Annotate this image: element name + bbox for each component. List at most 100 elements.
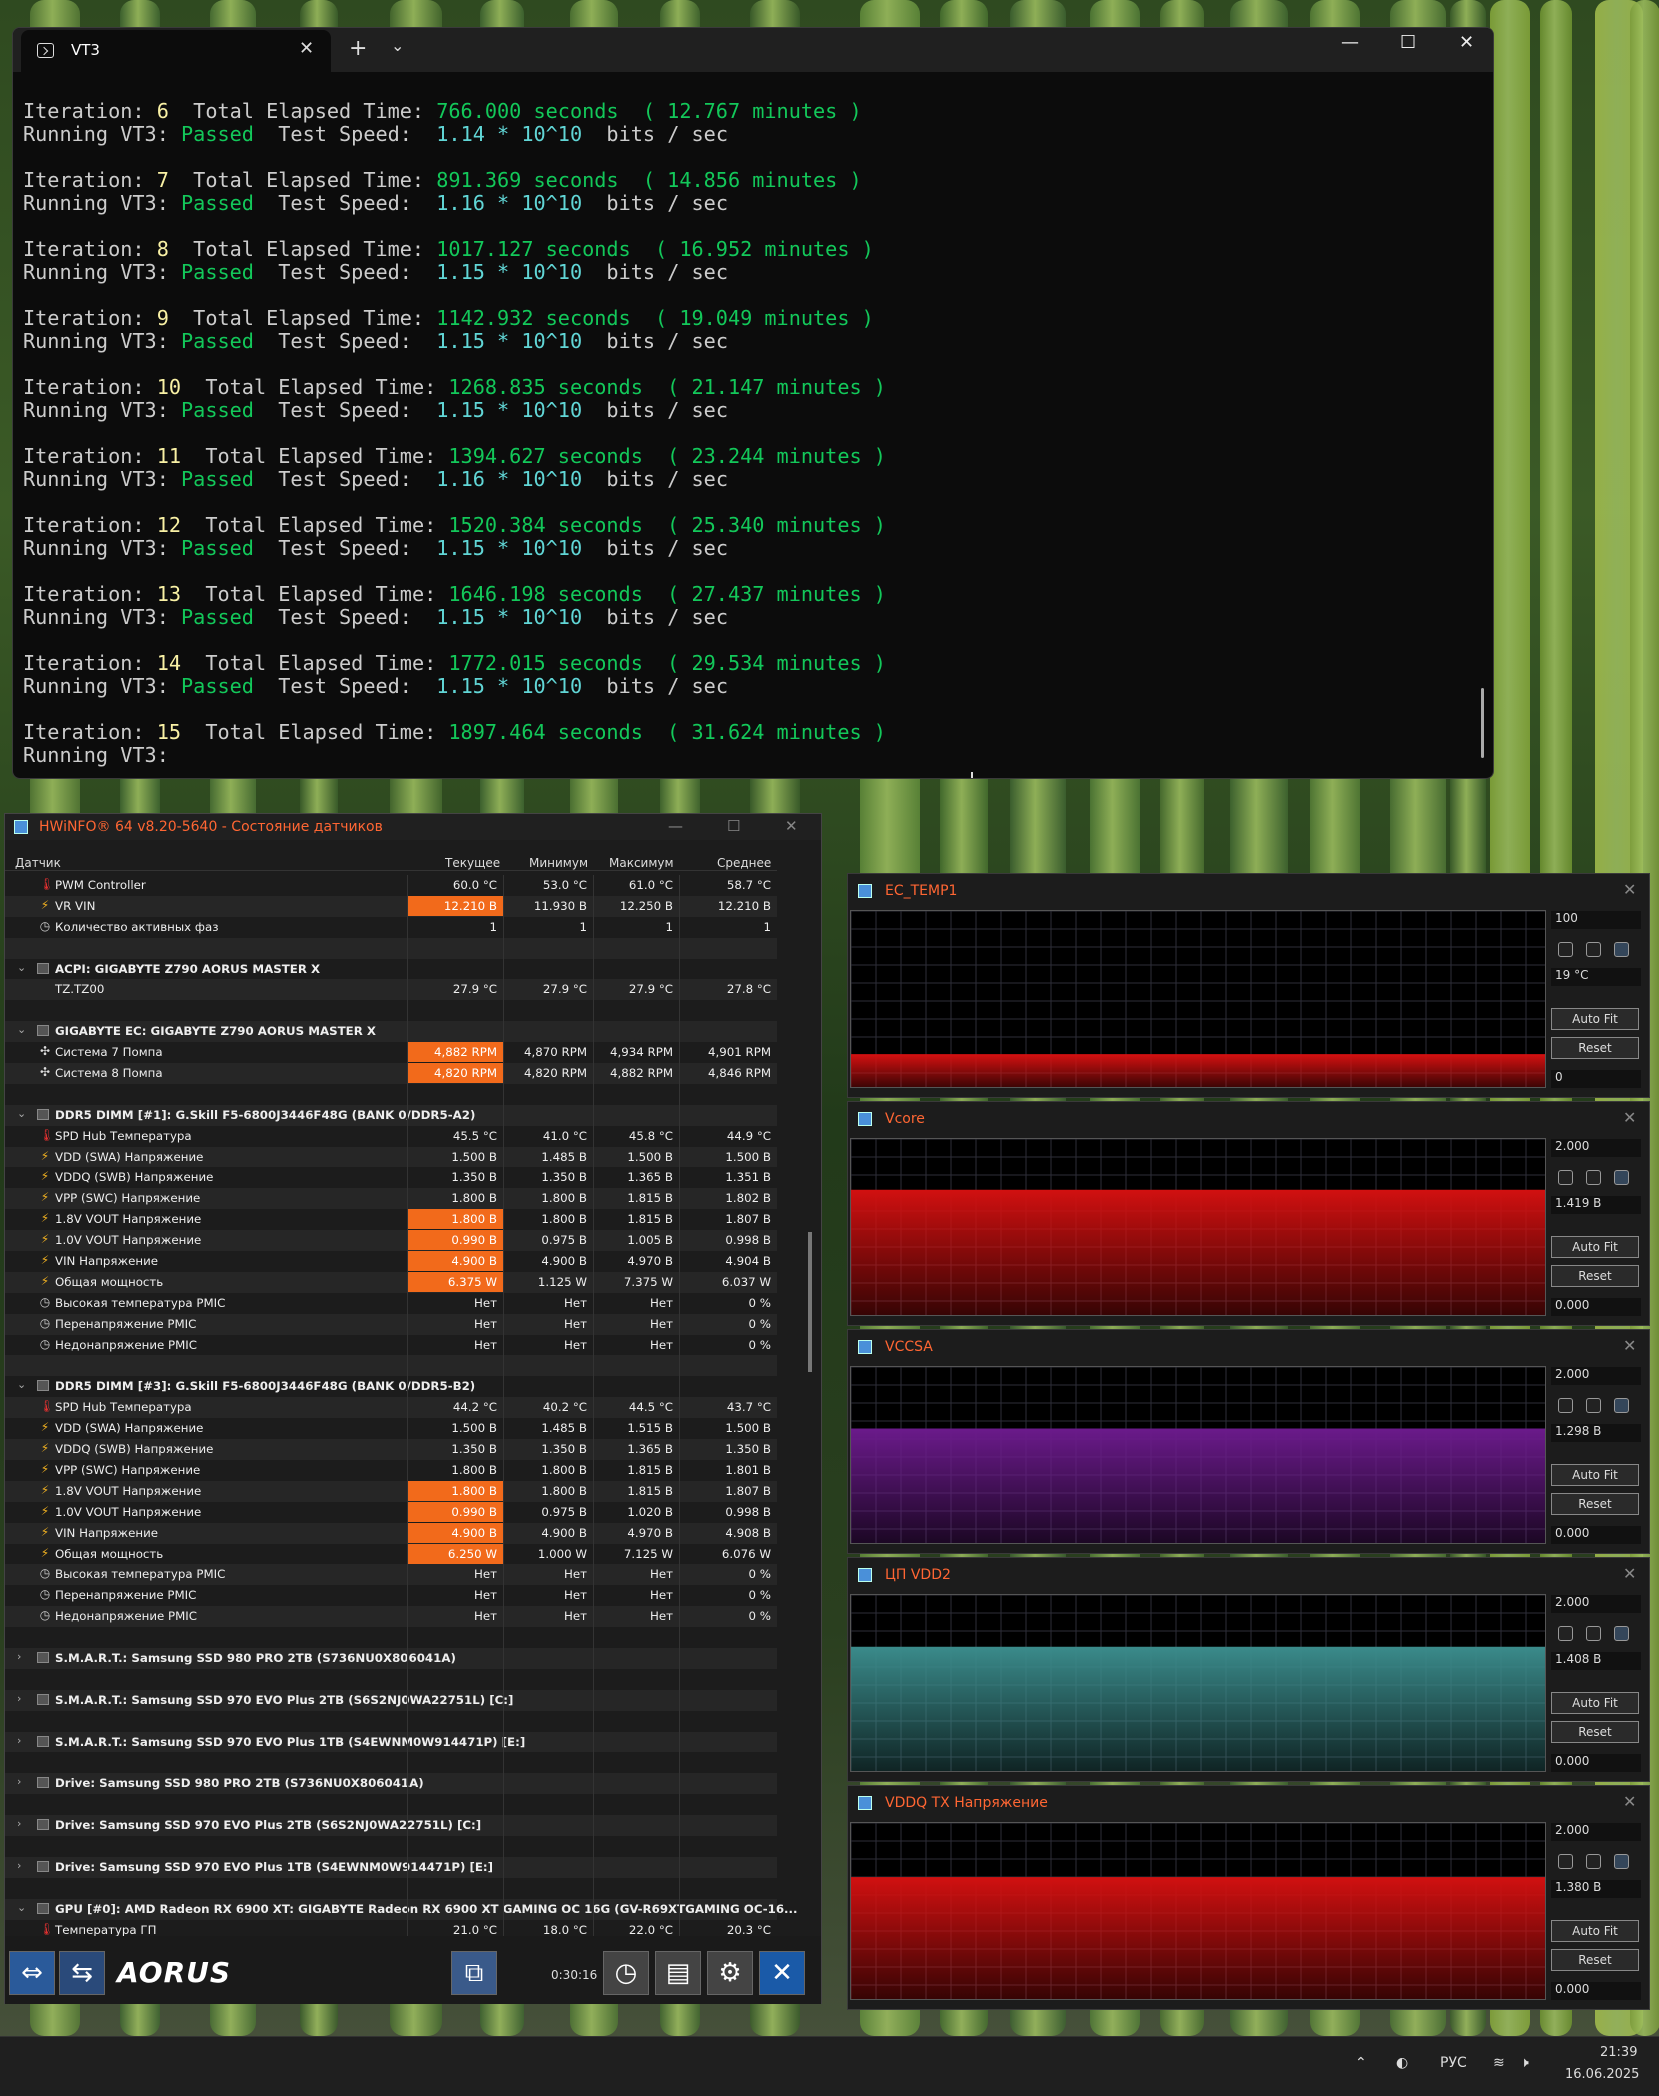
graph-titlebar[interactable]: VDDQ TX Напряжение ✕: [848, 1786, 1649, 1821]
graph-max-value[interactable]: 2.000: [1551, 1595, 1641, 1613]
hwinfo-scrollbar[interactable]: [808, 1232, 812, 1372]
sensor-group[interactable]: ⌄ GPU [#0]: AMD Radeon RX 6900 XT: GIGABY…: [5, 1898, 798, 1920]
graph-checkbox[interactable]: [1558, 1170, 1573, 1185]
close-icon[interactable]: ✕: [1623, 1108, 1636, 1127]
sensor-group[interactable]: › Drive: Samsung SSD 980 PRO 2TB (S736NU0…: [5, 1773, 777, 1795]
sensor-row[interactable]: ◷ Высокая температура PMIC Нет Нет Нет 0 %: [5, 1292, 777, 1314]
graph-titlebar[interactable]: ЦП VDD2 ✕: [848, 1558, 1649, 1593]
sensor-row[interactable]: ✣ Система 7 Помпа 4,882 RPM 4,870 RPM 4,934 …: [5, 1042, 777, 1064]
sensor-row[interactable]: 🌡 SPD Hub Температура 44.2 °C 40.2 °C 44.5 °…: [5, 1397, 777, 1419]
graph-titlebar[interactable]: Vcore ✕: [848, 1102, 1649, 1137]
chevron-right-icon[interactable]: ›: [17, 1775, 21, 1788]
col-avg[interactable]: Среднее: [717, 856, 771, 870]
minimize-button[interactable]: —: [1341, 32, 1359, 53]
chevron-right-icon[interactable]: ›: [17, 1650, 21, 1663]
sensor-row[interactable]: ⚡ VDD (SWA) Напряжение 1.500 В 1.485 В 1.515…: [5, 1418, 777, 1440]
graph-max-value[interactable]: 100: [1551, 911, 1641, 929]
graph-checkbox[interactable]: [1614, 942, 1629, 957]
close-tab-icon[interactable]: ✕: [299, 38, 314, 59]
arrows-expand-icon[interactable]: ⇔: [9, 1951, 55, 1995]
close-button[interactable]: ✕: [785, 817, 798, 835]
wifi-icon[interactable]: ≋: [1493, 2055, 1505, 2071]
terminal-output[interactable]: Iteration: 6 Total Elapsed Time: 766.000…: [23, 100, 886, 767]
graph-checkbox[interactable]: [1586, 942, 1601, 957]
chevron-down-icon[interactable]: ⌄: [17, 961, 26, 974]
sensor-row[interactable]: ✣ Система 8 Помпа 4,820 RPM 4,820 RPM 4,882 …: [5, 1063, 777, 1084]
graph-max-value[interactable]: 2.000: [1551, 1367, 1641, 1385]
auto-fit-button[interactable]: Auto Fit: [1551, 1464, 1639, 1486]
sensor-row[interactable]: ◷ Высокая температура PMIC Нет Нет Нет 0 %: [5, 1564, 777, 1586]
sensor-row[interactable]: ⚡ VR VIN 12.210 В 11.930 В 12.250 В 12.210 В: [5, 895, 777, 917]
chevron-down-icon[interactable]: ⌄: [17, 1378, 26, 1391]
sensor-row[interactable]: TZ.TZ00 27.9 °C 27.9 °C 27.9 °C 27.8 °C: [5, 979, 777, 1001]
language-indicator[interactable]: РУС: [1440, 2055, 1467, 2071]
graph-checkbox[interactable]: [1558, 1854, 1573, 1869]
sensor-row[interactable]: ⚡ VPP (SWC) Напряжение 1.800 В 1.800 В 1.815…: [5, 1188, 777, 1210]
network-status-icon[interactable]: ◐: [1396, 2055, 1408, 2071]
chevron-right-icon[interactable]: ›: [17, 1734, 21, 1747]
sensor-row[interactable]: ⚡ 1.8V VOUT Напряжение 1.800 В 1.800 В 1.815…: [5, 1209, 777, 1231]
sensor-row[interactable]: ⚡ VDD (SWA) Напряжение 1.500 В 1.485 В 1.500…: [5, 1146, 777, 1168]
graph-checkbox[interactable]: [1558, 1398, 1573, 1413]
sensor-row[interactable]: 🌡 PWM Controller 60.0 °C 53.0 °C 61.0 °C 58.7…: [5, 875, 777, 896]
graph-checkbox[interactable]: [1614, 1626, 1629, 1641]
arrows-collapse-icon[interactable]: ⇆: [59, 1951, 105, 1995]
graph-checkbox[interactable]: [1614, 1170, 1629, 1185]
report-icon[interactable]: ▤: [655, 1951, 701, 1995]
graph-checkbox[interactable]: [1614, 1854, 1629, 1869]
sensor-row[interactable]: ◷ Перенапряжение PMIC Нет Нет Нет 0 %: [5, 1585, 777, 1607]
reset-button[interactable]: Reset: [1551, 1265, 1639, 1287]
graph-checkbox[interactable]: [1586, 1398, 1601, 1413]
auto-fit-button[interactable]: Auto Fit: [1551, 1920, 1639, 1942]
sensor-row[interactable]: ⚡ 1.8V VOUT Напряжение 1.800 В 1.800 В 1.815…: [5, 1480, 777, 1502]
network-icon[interactable]: ⧉: [451, 1951, 497, 1995]
clock-time[interactable]: 21:39: [1600, 2045, 1637, 2060]
chevron-down-icon[interactable]: ⌄: [17, 1107, 26, 1120]
close-icon[interactable]: ✕: [1623, 1564, 1636, 1583]
graph-checkbox[interactable]: [1586, 1170, 1601, 1185]
volume-muted-icon[interactable]: 🕨: [1520, 2055, 1529, 2071]
close-icon[interactable]: ✕: [1623, 1336, 1636, 1355]
terminal-tab[interactable]: VT3 ✕: [21, 30, 331, 72]
sensor-row[interactable]: ⚡ VIN Напряжение 4.900 В 4.900 В 4.970 В 4.90…: [5, 1251, 777, 1272]
auto-fit-button[interactable]: Auto Fit: [1551, 1236, 1639, 1258]
graph-max-value[interactable]: 2.000: [1551, 1139, 1641, 1157]
sensor-group[interactable]: ⌄ DDR5 DIMM [#3]: G.Skill F5-6800J3446F48…: [5, 1376, 777, 1398]
chevron-down-icon[interactable]: ⌄: [17, 1023, 26, 1036]
sensor-group[interactable]: › S.M.A.R.T.: Samsung SSD 970 EVO Plus 2T…: [5, 1689, 777, 1711]
sensor-row[interactable]: ⚡ VPP (SWC) Напряжение 1.800 В 1.800 В 1.815…: [5, 1459, 777, 1481]
graph-max-value[interactable]: 2.000: [1551, 1823, 1641, 1841]
sensor-row[interactable]: ⚡ VIN Напряжение 4.900 В 4.900 В 4.970 В 4.90…: [5, 1522, 777, 1544]
sensor-row[interactable]: ◷ Количество активных фаз 1 1 1 1: [5, 916, 777, 938]
sensor-row[interactable]: ⚡ Общая мощность 6.250 W 1.000 W 7.125 W 6.07…: [5, 1543, 777, 1565]
new-tab-button[interactable]: +: [349, 36, 367, 61]
close-icon[interactable]: ✕: [759, 1951, 805, 1995]
clock-icon[interactable]: ◷: [603, 1951, 649, 1995]
graph-checkbox[interactable]: [1614, 1398, 1629, 1413]
sensor-row[interactable]: ⚡ VDDQ (SWB) Напряжение 1.350 В 1.350 В 1.36…: [5, 1167, 777, 1189]
graph-checkbox[interactable]: [1586, 1854, 1601, 1869]
close-button[interactable]: ✕: [1459, 32, 1474, 53]
graph-checkbox[interactable]: [1558, 1626, 1573, 1641]
minimize-button[interactable]: —: [668, 817, 683, 835]
chevron-down-icon[interactable]: ⌄: [391, 36, 404, 55]
sensor-row[interactable]: ⚡ VDDQ (SWB) Напряжение 1.350 В 1.350 В 1.36…: [5, 1439, 777, 1460]
col-max[interactable]: Максимум: [609, 856, 674, 870]
sensor-row[interactable]: 🌡 SPD Hub Температура 45.5 °C 41.0 °C 45.8 °…: [5, 1125, 777, 1147]
chevron-right-icon[interactable]: ›: [17, 1817, 21, 1830]
gear-icon[interactable]: ⚙: [707, 1951, 753, 1995]
chevron-down-icon[interactable]: ⌄: [17, 1901, 26, 1914]
sensor-group[interactable]: ⌄ DDR5 DIMM [#1]: G.Skill F5-6800J3446F48…: [5, 1104, 777, 1126]
sensor-group[interactable]: ⌄ ACPI: GIGABYTE Z790 AORUS MASTER X: [5, 958, 777, 980]
auto-fit-button[interactable]: Auto Fit: [1551, 1008, 1639, 1030]
sensor-row[interactable]: ⚡ 1.0V VOUT Напряжение 0.990 В 0.975 В 1.020…: [5, 1501, 777, 1523]
graph-checkbox[interactable]: [1558, 942, 1573, 957]
graph-titlebar[interactable]: EC_TEMP1 ✕: [848, 874, 1649, 909]
graph-titlebar[interactable]: VCCSA ✕: [848, 1330, 1649, 1365]
sensor-group[interactable]: ⌄ GIGABYTE EC: GIGABYTE Z790 AORUS MASTER…: [5, 1021, 777, 1043]
auto-fit-button[interactable]: Auto Fit: [1551, 1692, 1639, 1714]
sensor-row[interactable]: ⚡ Общая мощность 6.375 W 1.125 W 7.375 W 6.03…: [5, 1271, 777, 1293]
col-current[interactable]: Текущее: [445, 856, 500, 870]
col-min[interactable]: Минимум: [529, 856, 588, 870]
reset-button[interactable]: Reset: [1551, 1037, 1639, 1059]
